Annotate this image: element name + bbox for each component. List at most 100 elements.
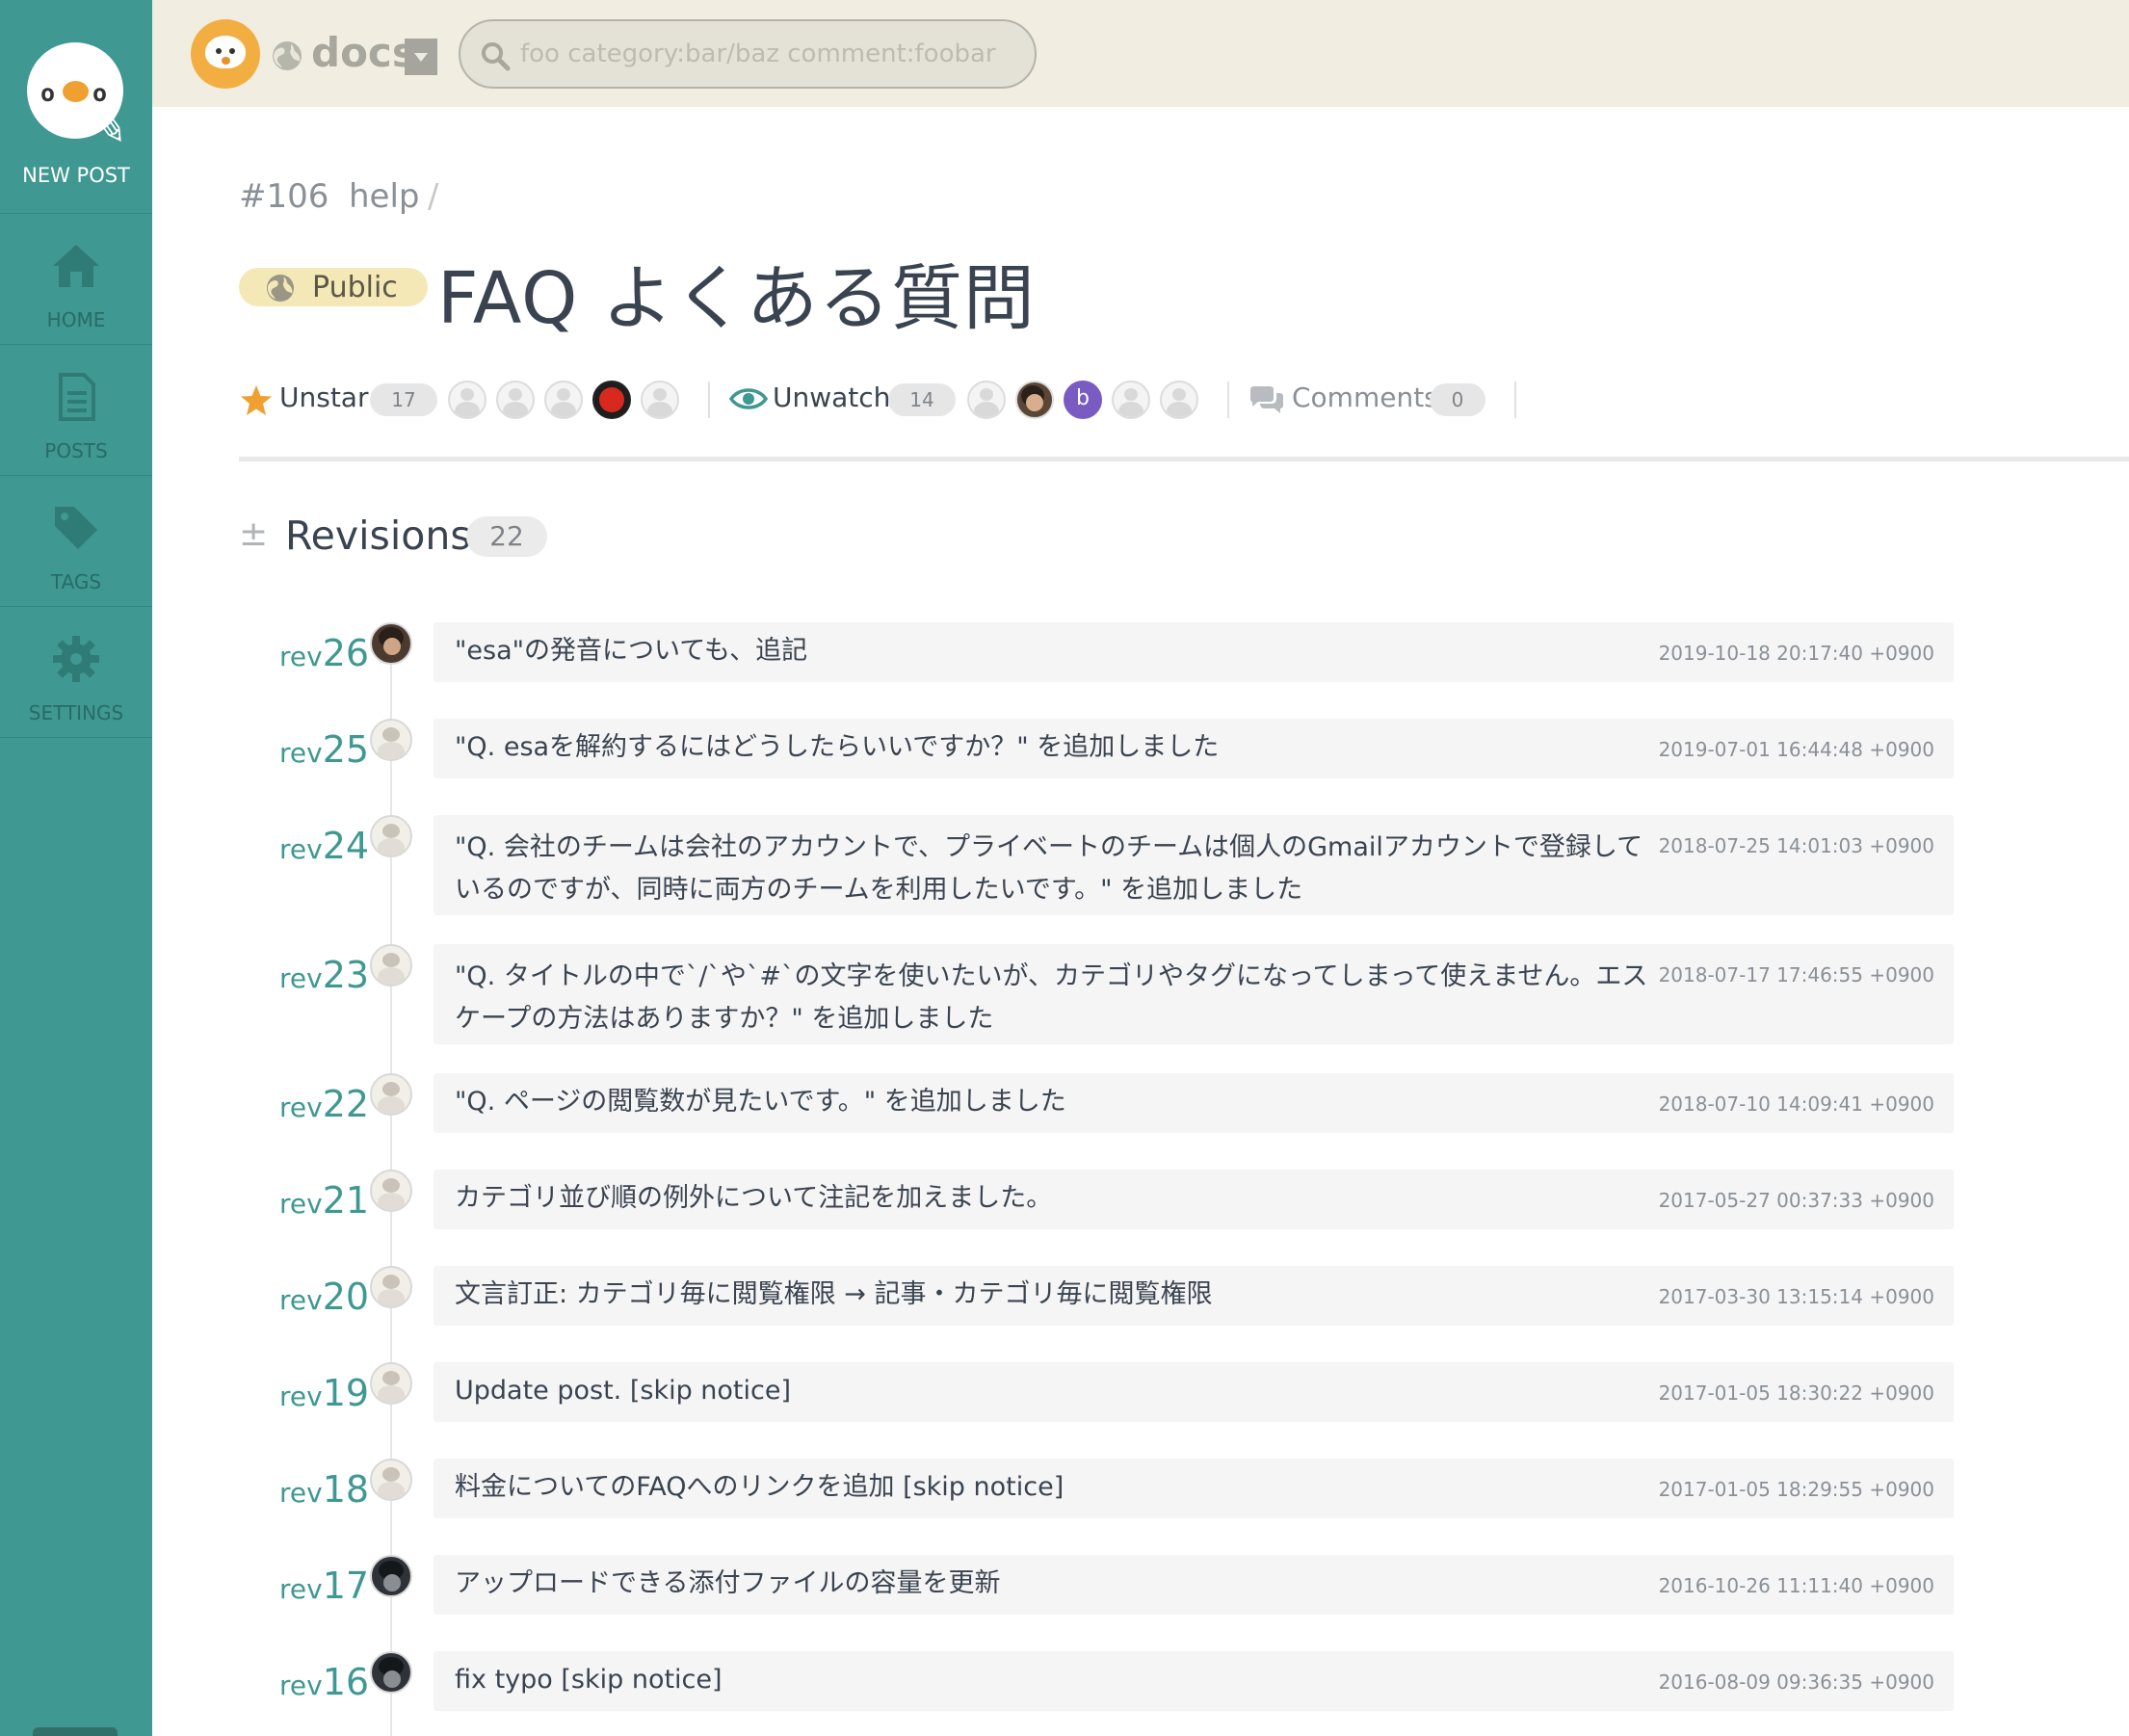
revision-date: 2017-01-05 18:30:22 +0900 [1658,1381,1934,1405]
revision-author-avatar[interactable] [370,1459,412,1501]
revision-date: 2019-10-18 20:17:40 +0900 [1658,642,1934,665]
document-icon [59,373,95,421]
gear-icon [53,636,99,682]
revision-entry[interactable]: "Q. esaを解約するにはどうしたらいいですか？" を追加しました 2019-… [434,719,1954,778]
revision-message: アップロードできる添付ファイルの容量を更新 [455,1568,1001,1598]
team-logo[interactable] [191,19,260,89]
sidebar-item-label: SETTINGS [28,701,124,724]
revision-date: 2017-03-30 13:15:14 +0900 [1658,1285,1934,1308]
revision-entry[interactable]: fix typo [skip notice] 2016-08-09 09:36:… [434,1651,1954,1711]
star-icon[interactable] [239,383,274,418]
search-input[interactable] [520,35,1002,73]
revision-message: "esa"の発音についても、追記 [455,636,808,666]
revision-author-avatar[interactable] [370,1170,412,1212]
search-box [459,19,1037,89]
stargazer-avatar[interactable] [641,381,679,419]
revision-date: 2019-07-01 16:44:48 +0900 [1658,738,1934,761]
revision-link[interactable]: rev17 [279,1565,369,1607]
revision-link[interactable]: rev16 [279,1661,369,1703]
revision-author-avatar[interactable] [370,719,412,761]
sidebar-item-home[interactable]: HOME [0,214,152,345]
revision-author-avatar[interactable] [370,815,412,857]
stargazer-avatar[interactable] [544,381,583,419]
revisions-count: 22 [466,516,547,557]
team-name[interactable]: docs [311,29,416,76]
revision-author-avatar[interactable] [370,1651,412,1694]
revision-author-avatar[interactable] [370,1555,412,1597]
revision-date: 2018-07-17 17:46:55 +0900 [1658,963,1934,986]
revision-link[interactable]: rev20 [279,1276,369,1318]
comments-link[interactable]: Comments [1292,381,1438,413]
unstar-button[interactable]: Unstar [279,381,368,413]
watch-count[interactable]: 14 [888,383,956,416]
watcher-avatar[interactable] [1160,381,1198,419]
globe-icon [273,41,302,70]
stargazer-avatar[interactable] [448,381,486,419]
revision-link[interactable]: rev22 [279,1083,369,1125]
page-title: FAQ よくある質問 [437,257,1036,340]
divider [708,381,710,418]
revision-message: "Q. esaを解約するにはどうしたらいいですか？" を追加しました [455,732,1220,762]
revision-message: Update post. [skip notice] [455,1376,792,1406]
star-count[interactable]: 17 [370,383,437,416]
stargazer-avatar[interactable] [592,381,631,419]
stargazer-avatar[interactable] [496,381,535,419]
sidebar-item-posts[interactable]: POSTS [0,345,152,476]
plus-minus-icon: ± [239,514,269,554]
revision-entry[interactable]: アップロードできる添付ファイルの容量を更新 2016-10-26 11:11:4… [434,1555,1954,1615]
watcher-avatar[interactable]: b [1064,381,1102,419]
revision-message: "Q. タイトルの中で`/`や`#`の文字を使いたいが、カテゴリやタグになってし… [455,961,1648,1034]
revision-link[interactable]: rev25 [279,728,369,771]
watcher-avatar[interactable] [967,381,1006,419]
visibility-badge: Public [239,268,428,306]
revision-entry[interactable]: Update post. [skip notice] 2017-01-05 18… [434,1362,1954,1422]
revision-entry[interactable]: "Q. ページの閲覧数が見たいです。" を追加しました 2018-07-10 1… [434,1073,1954,1133]
revision-message: カテゴリ並び順の例外について注記を加えました。 [455,1183,1053,1213]
revision-message: 文言訂正: カテゴリ毎に閲覧権限 → 記事・カテゴリ毎に閲覧権限 [455,1279,1213,1309]
revision-link[interactable]: rev19 [279,1372,369,1414]
divider [1514,381,1516,418]
revision-author-avatar[interactable] [370,1266,412,1308]
sidebar-item-label: POSTS [44,439,108,462]
revision-link[interactable]: rev24 [279,825,369,867]
sidebar-item-settings[interactable]: SETTINGS [0,607,152,738]
watcher-avatar[interactable] [1112,381,1150,419]
revision-entry[interactable]: 料金についてのFAQへのリンクを追加 [skip notice] 2017-01… [434,1459,1954,1518]
breadcrumb-category[interactable]: help [349,177,420,216]
sidebar-bottom-handle[interactable] [33,1727,118,1736]
revision-link[interactable]: rev23 [279,954,369,996]
revision-link[interactable]: rev21 [279,1179,369,1222]
comments-count[interactable]: 0 [1430,383,1485,416]
revision-link[interactable]: rev26 [279,632,369,674]
divider [239,457,2129,461]
revision-entry[interactable]: カテゴリ並び順の例外について注記を加えました。 2017-05-27 00:37… [434,1170,1954,1229]
revision-entry[interactable]: "Q. 会社のチームは会社のアカウントで、プライベートのチームは個人のGmail… [434,815,1954,915]
revision-message: fix typo [skip notice] [455,1665,723,1695]
home-icon [53,245,99,287]
revision-message: "Q. ページの閲覧数が見たいです。" を追加しました [455,1087,1066,1117]
globe-icon [266,274,295,302]
revision-author-avatar[interactable] [370,1073,412,1116]
revisions-heading: Revisions [285,513,471,559]
revision-date: 2016-08-09 09:36:35 +0900 [1658,1670,1934,1694]
revision-entry[interactable]: 文言訂正: カテゴリ毎に閲覧権限 → 記事・カテゴリ毎に閲覧権限 2017-03… [434,1266,1954,1326]
revision-author-avatar[interactable] [370,622,412,665]
revision-date: 2018-07-25 14:01:03 +0900 [1658,834,1934,857]
unwatch-button[interactable]: Unwatch [773,381,890,413]
eye-icon[interactable] [729,385,768,412]
breadcrumb-separator: / [428,177,439,216]
revision-link[interactable]: rev18 [279,1468,369,1511]
revision-entry[interactable]: "Q. タイトルの中で`/`や`#`の文字を使いたいが、カテゴリやタグになってし… [434,944,1954,1044]
revision-author-avatar[interactable] [370,1362,412,1405]
revision-author-avatar[interactable] [370,944,412,986]
revision-date: 2018-07-10 14:09:41 +0900 [1658,1092,1934,1116]
revision-message: 料金についてのFAQへのリンクを追加 [skip notice] [455,1472,1064,1502]
comment-icon[interactable] [1248,385,1285,414]
watcher-avatar[interactable] [1015,381,1054,419]
sidebar-item-tags[interactable]: TAGS [0,476,152,607]
new-post-button[interactable]: o o ✎ NEW POST [0,0,152,214]
team-dropdown-icon[interactable] [405,39,437,75]
revision-entry[interactable]: "esa"の発音についても、追記 2019-10-18 20:17:40 +09… [434,622,1954,682]
post-number: #106 [239,177,329,216]
new-post-label: NEW POST [22,164,130,187]
